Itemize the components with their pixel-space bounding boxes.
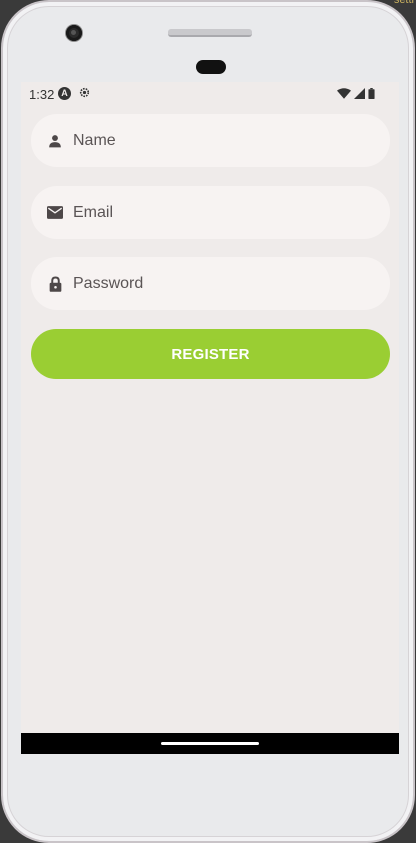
navigation-bar bbox=[21, 733, 399, 754]
name-placeholder: Name bbox=[73, 131, 116, 149]
cell-signal-icon bbox=[354, 87, 365, 102]
battery-icon bbox=[368, 87, 375, 102]
front-camera bbox=[66, 25, 82, 41]
settings-gear-icon bbox=[78, 86, 91, 102]
email-placeholder: Email bbox=[73, 203, 114, 221]
password-placeholder: Password bbox=[73, 274, 144, 292]
home-indicator[interactable] bbox=[161, 742, 259, 745]
phone-frame: 1:32 A Name Email Password REGISTER bbox=[1, 0, 415, 843]
status-bar: 1:32 A bbox=[21, 82, 399, 106]
app-screen: 1:32 A Name Email Password REGISTER bbox=[21, 82, 399, 754]
app-a-icon: A bbox=[58, 87, 71, 100]
proximity-sensor bbox=[196, 60, 226, 74]
status-right-icons bbox=[337, 87, 375, 102]
name-field[interactable]: Name bbox=[31, 114, 390, 167]
email-field[interactable]: Email bbox=[31, 186, 390, 239]
person-icon bbox=[47, 133, 63, 149]
register-button[interactable]: REGISTER bbox=[31, 329, 390, 379]
password-field[interactable]: Password bbox=[31, 257, 390, 310]
status-time: 1:32 bbox=[29, 87, 55, 102]
corner-text: setti bbox=[393, 0, 414, 6]
earpiece-speaker bbox=[168, 29, 252, 37]
mail-icon bbox=[47, 205, 63, 221]
lock-icon bbox=[47, 276, 63, 292]
wifi-icon bbox=[337, 87, 351, 102]
